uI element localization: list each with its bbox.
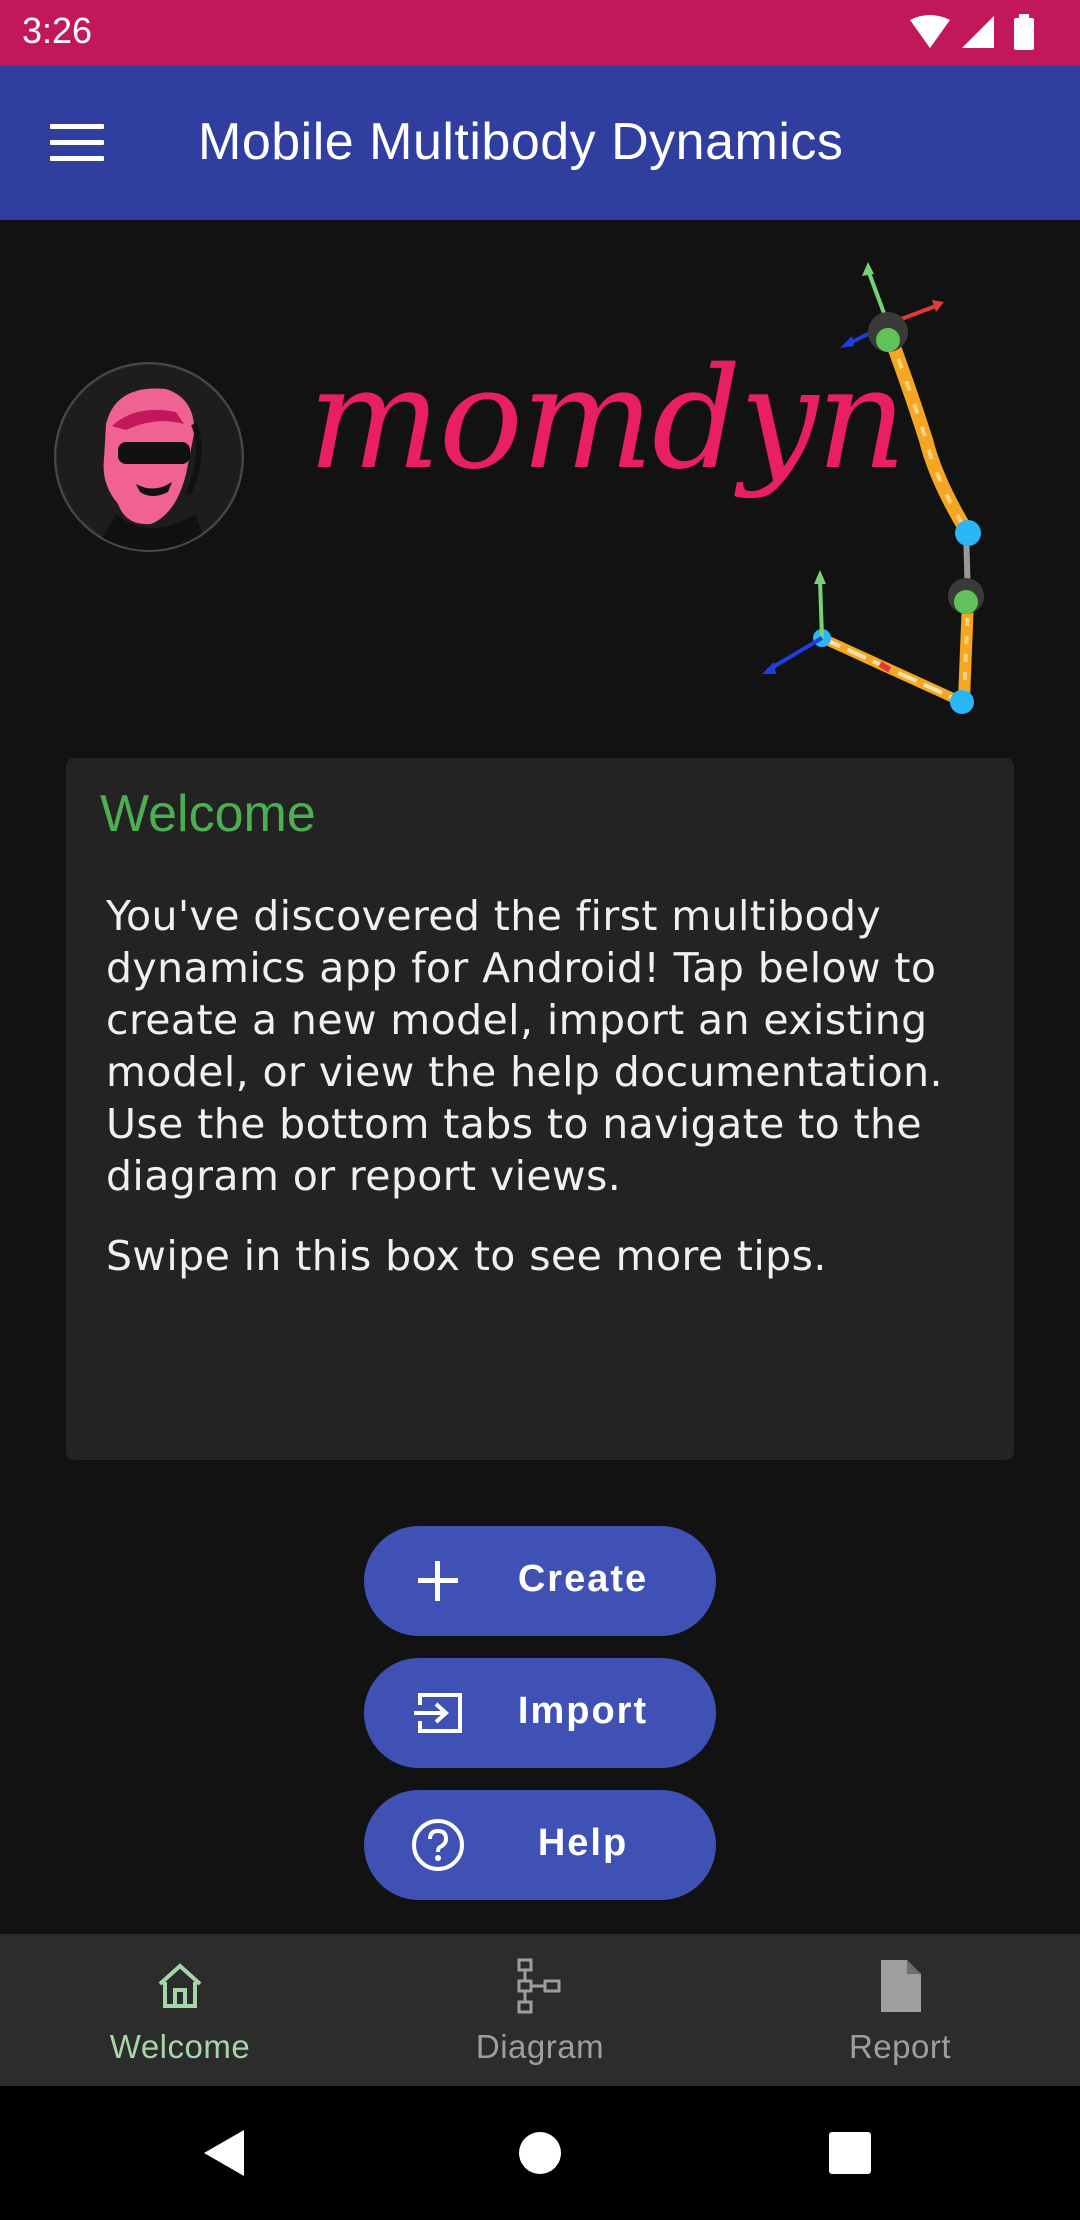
create-button[interactable]: Create — [364, 1526, 716, 1636]
system-navigation-bar — [0, 2086, 1080, 2220]
help-button[interactable]: Help — [364, 1790, 716, 1900]
welcome-card-title: Welcome — [100, 785, 316, 843]
app-title: Mobile Multibody Dynamics — [198, 113, 844, 171]
create-button-label: Create — [517, 1558, 649, 1600]
status-bar: 3:26 — [0, 0, 1080, 66]
menu-icon[interactable] — [50, 124, 104, 162]
welcome-paragraph-1: You've discovered the first multibody dy… — [106, 892, 943, 1200]
plus-icon — [418, 1561, 458, 1601]
signal-icon — [962, 16, 994, 48]
nav-tab-diagram[interactable]: Diagram — [360, 1934, 720, 2086]
welcome-card-body: You've discovered the first multibody dy… — [106, 890, 986, 1310]
avatar — [54, 362, 244, 552]
nav-tab-welcome[interactable]: Welcome — [0, 1934, 360, 2086]
home-icon — [158, 1963, 202, 2008]
bottom-navigation: Welcome Diagram Report — [0, 1934, 1080, 2086]
nav-tab-report[interactable]: Report — [720, 1934, 1080, 2086]
document-icon — [881, 1960, 921, 2012]
status-icons — [910, 14, 1034, 50]
import-button-label: Import — [517, 1690, 649, 1732]
diagram-icon — [517, 1958, 561, 2014]
hero-banner: momdyn — [0, 220, 1080, 740]
nav-label-diagram: Diagram — [475, 2028, 605, 2065]
welcome-card[interactable]: Welcome You've discovered the first mult… — [66, 758, 1014, 1460]
import-button[interactable]: Import — [364, 1658, 716, 1768]
back-icon[interactable] — [188, 2116, 262, 2190]
app-bar: Mobile Multibody Dynamics — [0, 66, 1080, 220]
nav-label-welcome: Welcome — [109, 2028, 251, 2065]
status-time: 3:26 — [22, 10, 93, 51]
import-icon — [414, 1693, 462, 1733]
help-button-label: Help — [537, 1822, 629, 1864]
help-icon — [412, 1819, 464, 1871]
mechanism-illustration — [762, 262, 984, 714]
recents-icon[interactable] — [813, 2116, 887, 2190]
home-button-icon[interactable] — [503, 2116, 577, 2190]
avatar-portrait-image — [57, 365, 241, 550]
wifi-icon — [910, 15, 950, 48]
battery-icon — [1014, 14, 1034, 50]
nav-label-report: Report — [848, 2028, 952, 2065]
welcome-paragraph-2: Swipe in this box to see more tips. — [106, 1232, 827, 1280]
